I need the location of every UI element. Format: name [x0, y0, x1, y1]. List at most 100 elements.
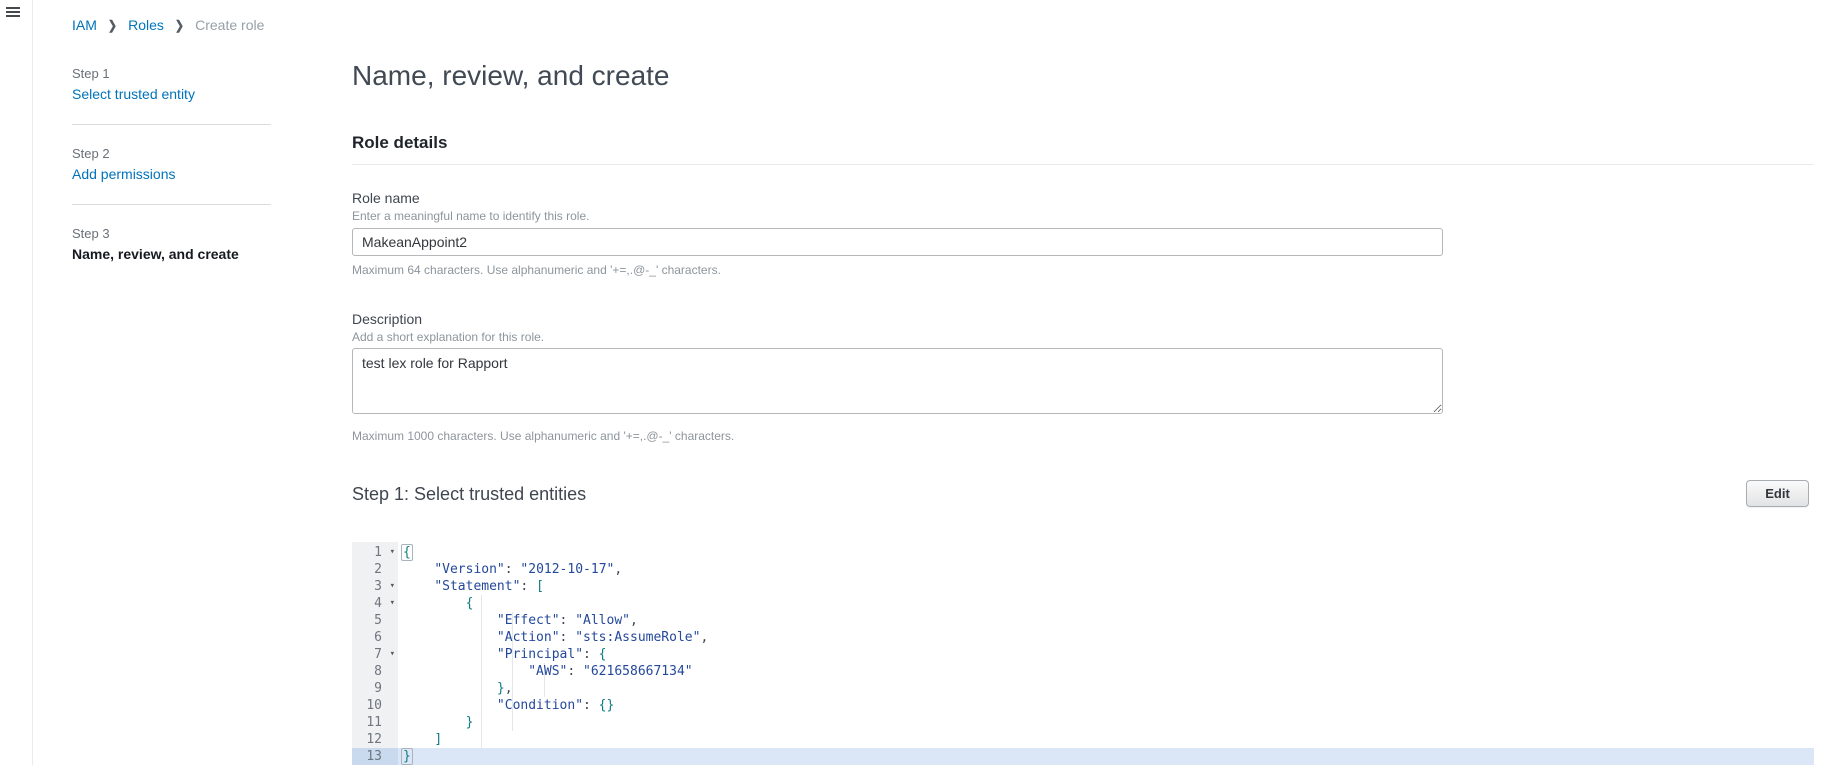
menu-icon-bar [6, 11, 20, 13]
breadcrumb-current-create-role: Create role [195, 17, 264, 33]
role-name-hint: Enter a meaningful name to identify this… [352, 209, 589, 223]
editor-code-line[interactable]: { [398, 544, 1814, 561]
editor-code-line[interactable]: "Effect": "Allow", [398, 612, 1814, 629]
code-segment [403, 647, 497, 662]
editor-code-line[interactable]: "AWS": "621658667134" [398, 663, 1814, 680]
editor-code-line[interactable]: ] [398, 731, 1814, 748]
step-3-label: Step 3 [72, 226, 272, 241]
breadcrumb: IAM ❯ Roles ❯ Create role [72, 17, 264, 33]
chevron-right-icon: ❯ [108, 18, 117, 33]
code-segment: "sts:AssumeRole" [575, 630, 700, 645]
editor-line-number: 2 [352, 561, 398, 578]
code-segment: "Principal" [497, 647, 583, 662]
description-textarea[interactable]: test lex role for Rapport [352, 348, 1443, 414]
code-segment [403, 698, 497, 713]
role-name-input[interactable] [352, 228, 1443, 256]
code-segment: , [700, 630, 708, 645]
edit-button[interactable]: Edit [1746, 480, 1809, 507]
description-constraint: Maximum 1000 characters. Use alphanumeri… [352, 429, 734, 443]
step-2-link-add-permissions[interactable]: Add permissions [72, 166, 272, 182]
code-segment [403, 596, 466, 611]
code-segment: : [583, 647, 599, 662]
role-name-constraint: Maximum 64 characters. Use alphanumeric … [352, 263, 721, 277]
code-segment: [ [536, 579, 544, 594]
trusted-entities-section-heading: Step 1: Select trusted entities [352, 484, 586, 505]
chevron-right-icon: ❯ [175, 18, 184, 33]
editor-line-number: 1▾ [352, 544, 398, 561]
editor-code-line[interactable]: } [398, 714, 1814, 731]
editor-line-number: 9 [352, 680, 398, 697]
description-label: Description [352, 311, 422, 327]
code-segment: ] [434, 732, 442, 747]
fold-caret-icon[interactable]: ▾ [390, 578, 395, 595]
code-segment: { [401, 544, 413, 561]
code-segment: "Allow" [575, 613, 630, 628]
editor-code-line[interactable]: "Condition": {} [398, 697, 1814, 714]
code-segment: { [599, 647, 607, 662]
editor-code-line[interactable]: "Statement": [ [398, 578, 1814, 595]
code-segment: : [560, 613, 576, 628]
code-segment [403, 732, 434, 747]
editor-code-line[interactable]: "Principal": { [398, 646, 1814, 663]
code-segment: } [497, 681, 505, 696]
code-segment: } [466, 715, 474, 730]
code-segment [403, 613, 497, 628]
step-1-link-select-trusted-entity[interactable]: Select trusted entity [72, 86, 272, 102]
code-segment [403, 579, 434, 594]
editor-line-number: 13 [352, 748, 398, 765]
menu-icon-bar [6, 15, 20, 17]
divider [352, 164, 1814, 165]
sidebar-divider-line [32, 0, 33, 765]
code-segment: "Effect" [497, 613, 560, 628]
editor-code[interactable]: { "Version": "2012-10-17", "Statement": … [398, 542, 1814, 765]
editor-line-number: 11 [352, 714, 398, 731]
step-2-label: Step 2 [72, 146, 272, 161]
editor-line-number: 10 [352, 697, 398, 714]
menu-icon-bar [6, 7, 20, 9]
editor-gutter: 1▾23▾4▾567▾8910111213 [352, 542, 398, 765]
code-segment: , [614, 562, 622, 577]
fold-caret-icon[interactable]: ▾ [390, 595, 395, 612]
trust-policy-code-editor[interactable]: 1▾23▾4▾567▾8910111213 { "Version": "2012… [352, 542, 1814, 765]
editor-code-line[interactable]: { [398, 595, 1814, 612]
code-segment: : [505, 562, 521, 577]
code-segment [403, 664, 528, 679]
code-segment: } [401, 748, 413, 765]
step-1-label: Step 1 [72, 66, 272, 81]
fold-caret-icon[interactable]: ▾ [390, 646, 395, 663]
code-segment: "Statement" [434, 579, 520, 594]
editor-line-number: 12 [352, 731, 398, 748]
code-segment: "Condition" [497, 698, 583, 713]
code-segment: "621658667134" [583, 664, 693, 679]
menu-icon[interactable] [6, 7, 22, 21]
role-details-heading: Role details [352, 133, 447, 153]
code-segment: , [505, 681, 513, 696]
code-segment: , [630, 613, 638, 628]
step-navigation: Step 1 Select trusted entity Step 2 Add … [72, 66, 272, 262]
code-segment: "AWS" [528, 664, 567, 679]
code-segment: "2012-10-17" [520, 562, 614, 577]
fold-caret-icon[interactable]: ▾ [390, 544, 395, 561]
code-segment [403, 715, 466, 730]
code-segment: : [583, 698, 599, 713]
code-segment: "Version" [434, 562, 504, 577]
breadcrumb-link-iam[interactable]: IAM [72, 17, 97, 33]
description-hint: Add a short explanation for this role. [352, 330, 544, 344]
code-segment [403, 681, 497, 696]
editor-code-line[interactable]: "Version": "2012-10-17", [398, 561, 1814, 578]
step-3-current-name-review-create: Name, review, and create [72, 246, 272, 262]
editor-line-number: 3▾ [352, 578, 398, 595]
editor-line-number: 7▾ [352, 646, 398, 663]
role-name-label: Role name [352, 190, 420, 206]
code-segment: { [466, 596, 474, 611]
breadcrumb-link-roles[interactable]: Roles [128, 17, 164, 33]
divider [72, 204, 271, 205]
divider [72, 124, 271, 125]
editor-line-number: 5 [352, 612, 398, 629]
editor-code-line[interactable]: "Action": "sts:AssumeRole", [398, 629, 1814, 646]
editor-line-number: 6 [352, 629, 398, 646]
editor-line-number: 4▾ [352, 595, 398, 612]
editor-code-line[interactable]: }, [398, 680, 1814, 697]
code-segment [403, 562, 434, 577]
editor-code-line[interactable]: } [398, 748, 1814, 765]
